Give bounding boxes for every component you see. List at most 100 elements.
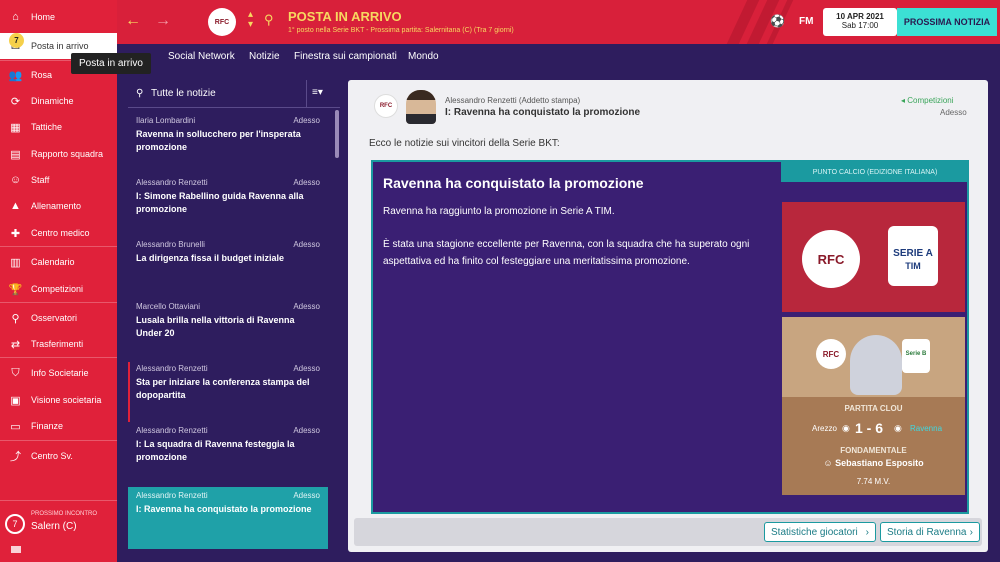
tab-world[interactable]: Mondo — [408, 51, 439, 62]
player-rating: 7.74 M.V. — [856, 477, 891, 486]
squad-icon: 👥 — [8, 69, 23, 82]
message-tag[interactable]: ◂ Competizioni — [901, 96, 954, 105]
news-title: Lusala brilla nella vittoria di Ravenna … — [136, 315, 295, 338]
transfer-icon: ⇄ — [10, 338, 21, 351]
sidebar-item-label: Osservatori — [31, 313, 78, 323]
message-time: Adesso — [940, 108, 967, 117]
news-time: Adesso — [293, 364, 320, 373]
player-stats-button[interactable]: Statistiche giocatori › — [764, 522, 876, 542]
ball-icon[interactable]: ⚽ — [770, 14, 785, 28]
fm-menu[interactable]: FM — [799, 16, 813, 27]
sidebar-item-club-info[interactable]: ⛉ Info Societarie — [0, 360, 117, 386]
list-item-selected[interactable]: Alessandro Renzetti Adesso I: Ravenna ha c… — [128, 487, 328, 549]
date-display[interactable]: 10 APR 2021 Sab 17:00 — [823, 8, 897, 36]
article-paragraph-1: Ravenna ha raggiunto la promozione in Se… — [383, 206, 615, 217]
sidebar-item-vision[interactable]: ▣ Visione societaria — [0, 387, 117, 413]
match-score[interactable]: 1 - 6 — [855, 420, 883, 436]
sidebar-item-transfers[interactable]: ⇄ Trasferimenti — [0, 331, 117, 357]
sidebar-item-label: Visione societaria — [31, 395, 102, 405]
sender-avatar[interactable] — [406, 90, 436, 124]
calendar-icon: ▥ — [10, 256, 21, 269]
news-title: I: Simone Rabellino guida Ravenna alla p… — [136, 191, 304, 214]
away-crest-icon: ◉ — [894, 423, 902, 433]
key-match-label: PARTITA CLOU — [844, 404, 903, 413]
club-crest: RFC — [816, 339, 846, 369]
sidebar-item-home[interactable]: ⌂ Home — [0, 4, 117, 30]
sidebar-item-finance[interactable]: ▭ Finanze — [0, 413, 117, 439]
sidebar-item-report[interactable]: ▤ Rapporto squadra — [0, 141, 117, 167]
tab-news[interactable]: Notizie — [249, 51, 280, 62]
sidebar-item-dynamics[interactable]: ⟳ Dinamiche — [0, 88, 117, 114]
trophy-icon — [850, 335, 902, 395]
sidebar-item-staff[interactable]: ☺ Staff — [0, 167, 117, 193]
tactics-icon: ▦ — [10, 121, 21, 134]
sidebar-item-label: Info Societarie — [31, 368, 89, 378]
home-icon: ⌂ — [12, 11, 19, 23]
message-intro: Ecco le notizie sui vincitori della Seri… — [369, 138, 560, 149]
continue-button[interactable]: PROSSIMA NOTIZIA — [897, 8, 997, 36]
news-title: I: Ravenna ha conquistato la promozione — [136, 504, 312, 514]
forward-arrow-icon[interactable]: → — [155, 12, 171, 30]
vision-icon: ▣ — [10, 394, 21, 407]
sidebar-item-label: Allenamento — [31, 201, 82, 211]
message-subject: I: Ravenna ha conquistato la promozione — [445, 107, 641, 118]
sidebar-item-label: Competizioni — [31, 284, 84, 294]
news-time: Adesso — [293, 302, 320, 311]
next-match-opponent[interactable]: Salern (C) — [31, 521, 77, 532]
sidebar-divider — [0, 440, 117, 441]
sidebar-divider — [0, 357, 117, 358]
unread-badge: 7 — [9, 33, 24, 48]
training-icon: ▲ — [10, 200, 21, 212]
top-bar: ← → RFC ▴ ▾ ⚲ POSTA IN ARRIVO 1° posto ne… — [117, 0, 1000, 44]
list-item[interactable]: Marcello Ottaviani Adesso Lusala brilla ne… — [128, 298, 328, 356]
up-down-icon[interactable]: ▴ ▾ — [248, 10, 253, 30]
sidebar-item-training[interactable]: ▲ Allenamento — [0, 193, 117, 219]
sidebar-item-calendar[interactable]: ▥ Calendario — [0, 249, 117, 275]
back-arrow-icon[interactable]: ← — [125, 12, 141, 30]
next-match-countdown: 7 — [5, 514, 25, 534]
list-item[interactable]: Alessandro Brunelli Adesso La dirigenza fi… — [128, 236, 328, 294]
sidebar-item-label: Posta in arrivo — [31, 41, 89, 51]
sidebar-item-development[interactable]: ⤴ Centro Sv. — [0, 443, 117, 469]
sidebar-divider — [0, 302, 117, 303]
key-match-panel: RFC Serie B PARTITA CLOU Arezzo ◉ 1 - 6 … — [782, 317, 965, 495]
news-title: La dirigenza fissa il budget iniziale — [136, 253, 285, 263]
report-icon: ▤ — [10, 148, 21, 161]
news-title: Ravenna in sollucchero per l'insperata p… — [136, 129, 301, 152]
sidebar-item-label: Calendario — [31, 257, 75, 267]
scouting-icon: ⚲ — [11, 312, 20, 325]
promotion-image: RFC SERIE A TIM — [782, 202, 965, 312]
message-sender[interactable]: Alessandro Renzetti (Addetto stampa) — [445, 96, 580, 105]
home-team[interactable]: Arezzo — [812, 424, 837, 433]
sidebar-item-tactics[interactable]: ▦ Tattiche — [0, 114, 117, 140]
key-player[interactable]: ☺ Sebastiano Esposito — [782, 458, 965, 468]
tab-league-window[interactable]: Finestra sui campionati — [294, 51, 397, 62]
sidebar-item-medical[interactable]: ✚ Centro medico — [0, 220, 117, 246]
sidebar-item-label: Rapporto squadra — [31, 149, 104, 159]
list-item[interactable]: Alessandro Renzetti Adesso Sta per iniziar… — [128, 360, 328, 418]
club-badge[interactable]: RFC — [208, 8, 236, 36]
home-crest-icon: ◉ — [842, 423, 850, 433]
sidebar: ⌂Home ✉Posta in arrivo 7 👥Rosa ⟳Dinamich… — [0, 0, 117, 562]
club-info-icon: ⛉ — [11, 366, 20, 379]
tab-social-network[interactable]: Social Network — [168, 51, 235, 62]
list-item[interactable]: Alessandro Renzetti Adesso I: La squadra d… — [128, 422, 328, 480]
search-icon[interactable]: ⚲ — [264, 12, 274, 28]
sidebar-divider — [0, 500, 117, 501]
list-item[interactable]: Ilaria Lombardini Adesso Ravenna in solluc… — [128, 112, 328, 170]
list-item[interactable]: Alessandro Renzetti Adesso I: Simone Rabel… — [128, 174, 328, 232]
sidebar-item-label: Rosa — [31, 70, 53, 80]
trophy-icon: 🏆 — [8, 283, 23, 296]
history-button[interactable]: Storia di Ravenna › — [880, 522, 980, 542]
news-time: Adesso — [293, 491, 320, 500]
away-team[interactable]: Ravenna — [910, 424, 942, 433]
finance-icon: ▭ — [10, 420, 21, 433]
sidebar-item-competitions[interactable]: 🏆 Competizioni — [0, 276, 117, 302]
news-list: Ilaria Lombardini Adesso Ravenna in solluc… — [128, 80, 340, 562]
sidebar-item-scouting[interactable]: ⚲ Osservatori — [0, 305, 117, 331]
page-subtitle: 1° posto nella Serie BKT - Prossima part… — [288, 27, 514, 34]
sidebar-item-label: Centro Sv. — [31, 451, 73, 461]
development-icon: ⤴ — [10, 451, 21, 463]
news-title: Sta per iniziare la conferenza stampa de… — [136, 377, 310, 400]
tag-label: Competizioni — [907, 96, 954, 105]
